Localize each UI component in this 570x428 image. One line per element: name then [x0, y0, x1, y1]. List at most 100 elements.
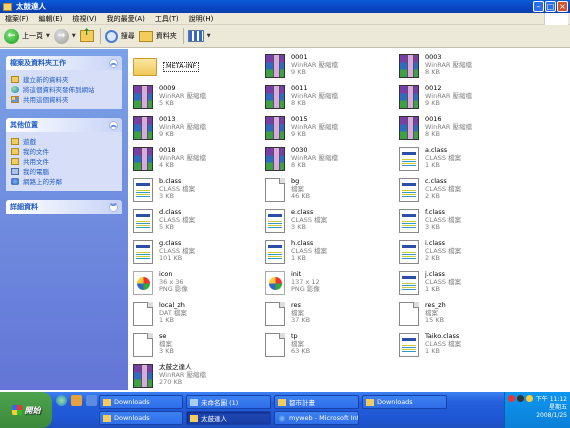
menu-favorites[interactable]: 我的最愛(A): [102, 14, 150, 24]
file-item[interactable]: 0013 WinRAR 壓縮檔 9 KB: [133, 115, 206, 146]
file-item[interactable]: local_zh DAT 檔案 1 KB: [133, 301, 187, 332]
file-item[interactable]: tp 檔案 63 KB: [265, 332, 310, 363]
file-item[interactable]: b.class CLASS 檔案 3 KB: [133, 177, 195, 208]
class-file-icon: [399, 240, 419, 264]
place-games[interactable]: 遊戲: [11, 136, 117, 146]
taskbar-button[interactable]: Downloads: [99, 395, 183, 409]
file-item[interactable]: i.class CLASS 檔案 2 KB: [399, 239, 461, 270]
taskbar-button[interactable]: 都市計畫: [274, 395, 359, 409]
forward-button[interactable]: → ▼: [53, 27, 76, 46]
menu-edit[interactable]: 編輯(E): [34, 14, 68, 24]
file-item[interactable]: 0003 WinRAR 壓縮檔 8 KB: [399, 53, 472, 84]
new-folder-icon: [11, 75, 19, 83]
place-my-documents[interactable]: 我的文件: [11, 146, 117, 156]
file-size: 8 KB: [425, 130, 440, 138]
file-item[interactable]: e.class CLASS 檔案 3 KB: [265, 208, 327, 239]
file-item[interactable]: 0018 WinRAR 壓縮檔 4 KB: [133, 146, 206, 177]
task-share-folder[interactable]: 共用這個資料夾: [11, 94, 117, 104]
file-item[interactable]: d.class CLASS 檔案 5 KB: [133, 208, 195, 239]
file-item[interactable]: icon 36 x 36 PNG 影像: [133, 270, 188, 301]
dropdown-arrow-icon[interactable]: ▼: [207, 33, 211, 39]
dropdown-arrow-icon[interactable]: ▼: [46, 33, 50, 39]
volume-icon[interactable]: [526, 395, 533, 402]
views-button[interactable]: ▼: [187, 27, 211, 46]
file-item[interactable]: res_zh 檔案 15 KB: [399, 301, 446, 332]
collapse-icon[interactable]: ︽: [109, 120, 118, 130]
folder-icon: [3, 2, 12, 11]
up-folder-button[interactable]: [79, 27, 94, 46]
menu-help[interactable]: 說明(H): [184, 14, 219, 24]
toolbar: ← 上一頁 ▼ → ▼ 搜尋 資料夾 ▼: [0, 25, 570, 48]
file-item[interactable]: g.class CLASS 檔案 101 KB: [133, 239, 195, 270]
file-item[interactable]: META-INF: [133, 54, 200, 84]
file-item[interactable]: Taiko.class CLASS 檔案 1 KB: [399, 332, 461, 363]
file-item[interactable]: 0011 WinRAR 壓縮檔 8 KB: [265, 84, 338, 115]
antivirus-icon[interactable]: [508, 395, 515, 402]
expand-icon[interactable]: ︾: [109, 202, 118, 212]
file-size: 37 KB: [291, 316, 311, 324]
title-bar[interactable]: 太鼓達人 – □ ×: [0, 0, 570, 13]
file-item[interactable]: f.class CLASS 檔案 3 KB: [399, 208, 461, 239]
back-button[interactable]: ← 上一頁 ▼: [4, 27, 50, 46]
file-item[interactable]: h.class CLASS 檔案 1 KB: [265, 239, 327, 270]
collapse-icon[interactable]: ︽: [109, 58, 118, 68]
file-item[interactable]: init 137 x 12 PNG 影像: [265, 270, 320, 301]
other-places-header[interactable]: 其他位置 ︽: [6, 118, 122, 132]
view-icon: [187, 30, 204, 42]
menu-tools[interactable]: 工具(T): [150, 14, 184, 24]
folder-icon: [103, 398, 111, 406]
file-item[interactable]: 0001 WinRAR 壓縮檔 9 KB: [265, 53, 338, 84]
file-item[interactable]: res 檔案 37 KB: [265, 301, 311, 332]
media-player-icon[interactable]: [71, 395, 82, 406]
taskbar-button[interactable]: Downloads: [99, 411, 183, 425]
folders-button[interactable]: 資料夾: [138, 27, 177, 46]
file-item[interactable]: 0016 WinRAR 壓縮檔 8 KB: [399, 115, 472, 146]
file-item[interactable]: a.class CLASS 檔案 1 KB: [399, 146, 461, 177]
menu-file[interactable]: 檔案(F): [0, 14, 34, 24]
task-new-folder[interactable]: 建立新的資料夾: [11, 74, 117, 84]
menu-view[interactable]: 檢視(V): [67, 14, 101, 24]
taskbar-button-active[interactable]: 太鼓達人: [186, 411, 271, 425]
file-item[interactable]: 0012 WinRAR 壓縮檔 9 KB: [399, 84, 472, 115]
task-publish-web[interactable]: 將這個資料夾發佈到網站: [11, 84, 117, 94]
file-item[interactable]: 0015 WinRAR 壓縮檔 9 KB: [265, 115, 338, 146]
file-size: 101 KB: [159, 254, 183, 262]
file-item[interactable]: 0009 WinRAR 壓縮檔 5 KB: [133, 84, 206, 115]
class-file-icon: [133, 178, 153, 202]
winrar-archive-icon: [133, 364, 153, 388]
clock[interactable]: 下午 11:12 星期五 2008/1/25: [536, 396, 567, 420]
place-network[interactable]: 網路上的芳鄰: [11, 176, 117, 186]
show-desktop-icon[interactable]: [86, 395, 97, 406]
start-button[interactable]: 開始: [0, 392, 52, 428]
file-size: 9 KB: [159, 130, 174, 138]
taskbar-button[interactable]: Downloads: [362, 395, 447, 409]
taskbar-button[interactable]: 未命名圖 (1): [186, 395, 271, 409]
file-size: 15 KB: [425, 316, 445, 324]
paint-icon: [190, 398, 198, 406]
file-size: 5 KB: [159, 223, 174, 231]
search-button[interactable]: 搜尋: [104, 27, 135, 46]
file-item[interactable]: c.class CLASS 檔案 2 KB: [399, 177, 461, 208]
tray-app-icon[interactable]: [517, 395, 524, 402]
place-my-computer[interactable]: 我的電腦: [11, 166, 117, 176]
png-image-icon: [133, 271, 153, 295]
class-file-icon: [133, 209, 153, 233]
winrar-archive-icon: [133, 147, 153, 171]
minimize-button[interactable]: –: [533, 1, 544, 12]
dropdown-arrow-icon[interactable]: ▼: [72, 33, 76, 39]
maximize-button[interactable]: □: [545, 1, 556, 12]
details-header[interactable]: 詳細資料 ︾: [6, 200, 122, 214]
class-file-icon: [399, 333, 419, 357]
file-tasks-header[interactable]: 檔案及資料夾工作 ︽: [6, 56, 122, 70]
place-shared-documents[interactable]: 共用文件: [11, 156, 117, 166]
file-size: 3 KB: [425, 223, 440, 231]
file-item[interactable]: 0030 WinRAR 壓縮檔 8 KB: [265, 146, 338, 177]
close-button[interactable]: ×: [557, 1, 568, 12]
file-item[interactable]: j.class CLASS 檔案 1 KB: [399, 270, 461, 301]
file-item[interactable]: se 檔案 3 KB: [133, 332, 174, 363]
file-item[interactable]: 太鼓之達人 WinRAR 壓縮檔 270 KB: [133, 363, 206, 394]
ie-icon[interactable]: [56, 395, 67, 406]
class-file-icon: [133, 240, 153, 264]
file-item[interactable]: bg 檔案 46 KB: [265, 177, 310, 208]
taskbar-button[interactable]: myweb - Microsoft Int...: [274, 411, 359, 425]
